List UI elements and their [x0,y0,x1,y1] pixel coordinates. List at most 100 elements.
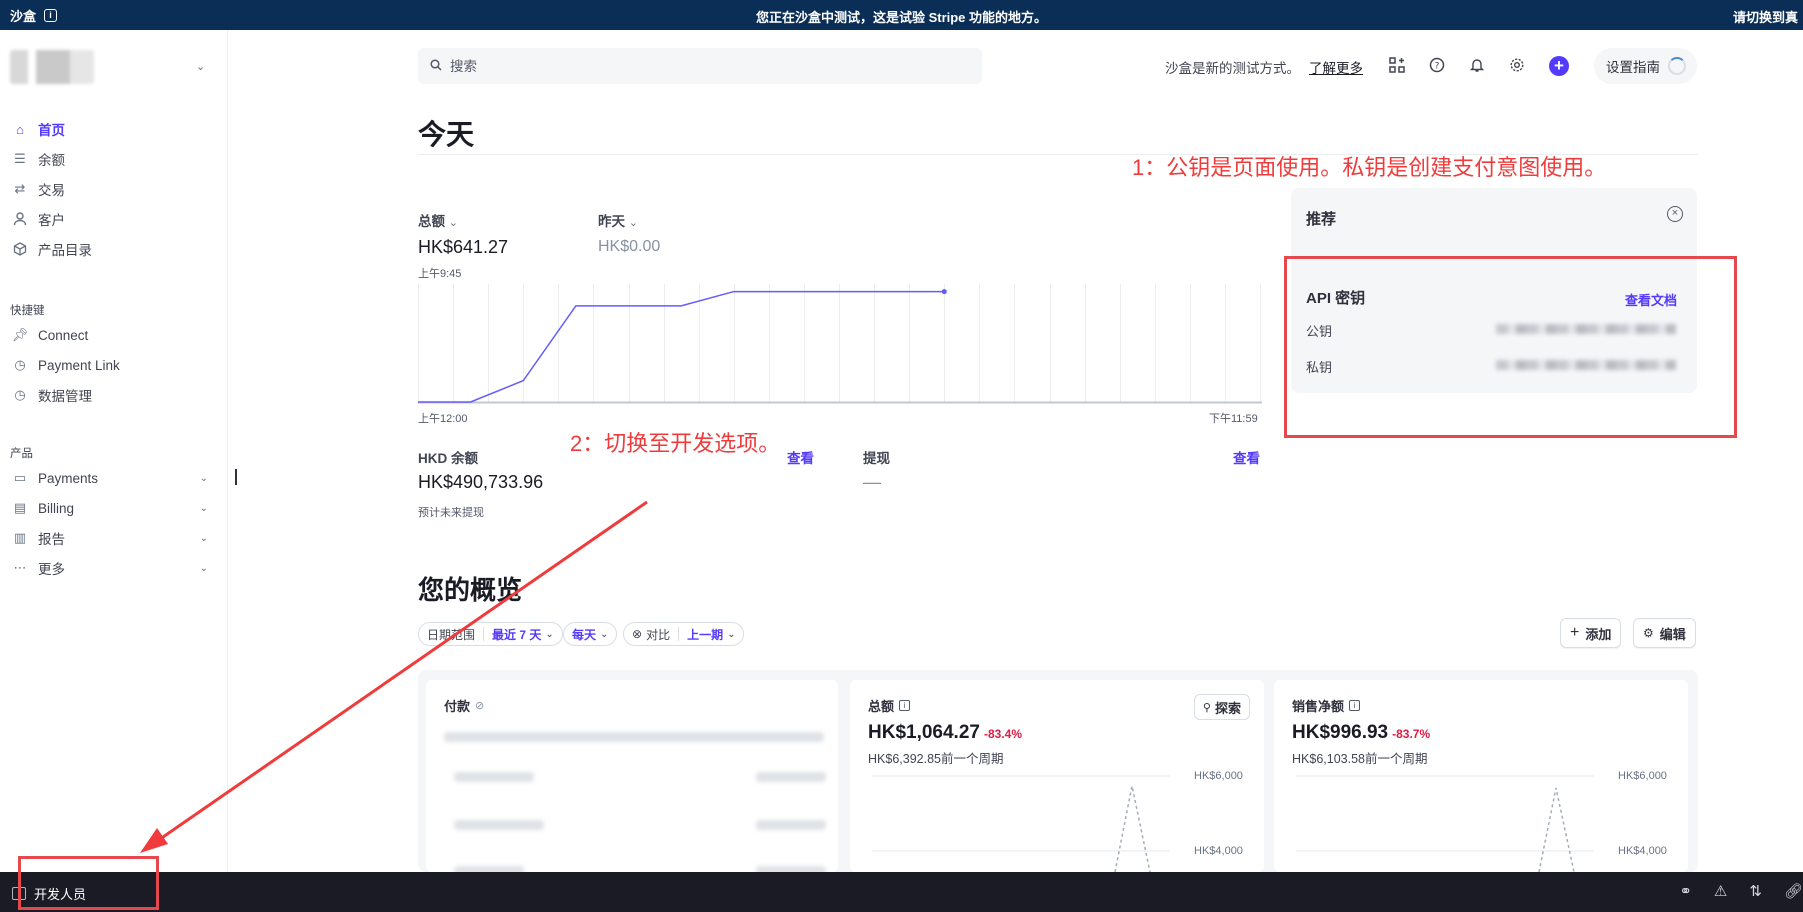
sidebar-item-balances[interactable]: ☰ 余额 [12,148,208,170]
learn-more-link[interactable]: 了解更多 [1309,57,1363,77]
axis-start-label: 上午12:00 [418,413,468,425]
sidebar-item-reports[interactable]: ▥ 报告 ⌄ [12,527,208,549]
annotation-note-2: 2：切换至开发选项。 [570,431,781,456]
sidebar-item-product-catalog[interactable]: 产品目录 [12,238,208,260]
yesterday-dropdown[interactable]: 昨天 ⌄ [598,210,638,230]
clock-icon: ◷ [14,357,26,372]
view-balance-link[interactable]: 查看 [787,447,814,467]
sidebar-item-transactions[interactable]: ⇄ 交易 [12,178,208,200]
customer-icon [12,211,28,227]
edit-button[interactable]: ⚙ 编辑 [1633,618,1696,648]
switch-to-live-link[interactable]: 请切换到真 [1733,7,1803,26]
total-dropdown[interactable]: 总额 ⌄ [418,210,458,230]
hidden-eye-icon: ⊘ [475,700,485,712]
clear-icon[interactable]: ⊗ [632,627,642,641]
chevron-down-icon: ⌄ [196,61,206,73]
apps-icon[interactable] [1386,54,1408,76]
sidebar-item-label: Payment Link [38,357,120,373]
hkd-balance-label: HKD 余额 [418,451,478,466]
sandbox-message: 您正在沙盒中测试，这是试验 Stripe 功能的地方。 [755,10,1048,25]
chevron-down-icon: ⌄ [199,502,208,514]
svg-text:?: ? [1435,62,1440,72]
overview-cards: 付款 ⊘ 总额 i HK$1,064.27 -83.4% HK$6,392.85前… [418,670,1698,876]
pin-icon: 📌︎ [11,327,29,342]
sidebar-item-home[interactable]: ⌂ 首页 [12,118,208,140]
clock-icon: ◷ [14,387,26,402]
interval-filter[interactable]: 每天 ⌄ [563,622,618,646]
sort-arrows-icon[interactable]: ⇅ [1749,882,1762,900]
sidebar-item-payments[interactable]: ▭ Payments ⌄ [12,467,208,489]
warning-icon[interactable]: ⚠ [1714,882,1727,900]
chevron-down-icon: ⌄ [545,628,554,640]
sidebar-item-connect[interactable]: 📌︎ Connect [12,324,208,346]
net-volume-card[interactable]: 销售净额 i HK$996.93 -83.7% HK$6,103.58前一个周期 … [1274,680,1688,872]
compare-label: 对比 [646,627,671,642]
page-title: 今天 [418,119,475,150]
annotation-box-developers [18,856,159,910]
view-payouts-link[interactable]: 查看 [1233,447,1260,467]
sidebar-item-label: 报告 [38,532,65,547]
chevron-down-icon: ⌄ [448,217,458,229]
sidebar-item-more[interactable]: ⋯ 更多 ⌄ [12,557,209,579]
gross-volume-card[interactable]: 总额 i HK$1,064.27 -83.4% HK$6,392.85前一个周期 … [850,680,1264,872]
recommendations-title: 推荐 [1306,211,1337,228]
billing-icon: ▤ [13,500,27,515]
hkd-balance-sub: 预计未来提现 [418,507,484,519]
yesterday-value: HK$0.00 [598,238,661,255]
products-section-label: 产品 [10,448,33,460]
bell-icon[interactable] [1466,54,1488,76]
wallet-icon: ▭ [13,470,27,485]
setup-guide-label: 设置指南 [1606,60,1660,75]
axis-end-label: 下午11:59 [1209,413,1258,425]
sidebar-item-data-management[interactable]: ◷ 数据管理 [12,384,208,406]
chevron-down-icon: ⌄ [727,628,736,640]
payments-title: 付款 [444,699,471,714]
search-input[interactable] [450,58,950,74]
chevron-down-icon: ⌄ [628,217,638,229]
interval-value: 每天 [572,627,597,642]
date-range-filter[interactable]: 日期范围 最近 7 天 ⌄ [418,622,563,646]
plus-icon: + [1570,624,1580,641]
bottom-icons: ⚭ ⚠ ⇅ 🔗︎ [1679,882,1803,900]
divider [678,627,680,641]
shortcuts-section-label: 快捷键 [10,305,45,317]
total-time: 上午9:45 [418,268,462,280]
product-catalog-icon [12,241,28,257]
close-icon[interactable]: × [1667,206,1683,222]
sandbox-note: 沙盒是新的测试方式。 [1165,61,1300,76]
chart-point [941,289,947,295]
y-tick-label: HK$4,000 [1618,845,1667,857]
today-chart-svg [418,284,1262,404]
blurred-row [454,772,534,782]
search-bar[interactable] [418,48,982,84]
compare-filter[interactable]: ⊗ 对比 上一期 ⌄ [623,622,745,646]
y-tick-label: HK$6,000 [1618,770,1667,782]
date-range-label: 日期范围 [427,627,476,642]
divider [483,627,485,641]
total-label: 总额 [418,214,445,229]
blurred-row [756,772,826,782]
setup-guide-button[interactable]: 设置指南 [1594,48,1697,84]
create-plus-button[interactable]: + [1549,56,1569,76]
add-button[interactable]: + 添加 [1560,618,1622,648]
sidebar-item-label: 余额 [38,153,65,168]
sidebar-item-customers[interactable]: 客户 [12,208,208,230]
help-icon[interactable]: ? [1426,54,1448,76]
sidebar-item-label: Connect [38,327,89,343]
sidebar: ⌄ ⌂ 首页 ☰ 余额 ⇄ 交易 客户 产品目录 快捷键 📌︎ Connect … [0,30,228,872]
overview-title: 您的概览 [418,575,523,605]
payments-card[interactable]: 付款 ⊘ [426,680,838,876]
sidebar-item-label: 首页 [38,123,65,138]
report-icon: ▥ [13,530,27,545]
account-switcher[interactable]: ⌄ [10,50,205,84]
sidebar-item-payment-link[interactable]: ◷ Payment Link [12,354,208,376]
transactions-icon: ⇄ [14,181,26,196]
gear-icon[interactable] [1506,54,1528,76]
total-value: HK$641.27 [418,237,509,257]
chart-series-line [418,290,945,403]
developer-bar: 开发人员 ⚭ ⚠ ⇅ 🔗︎ [0,872,1803,912]
link-icon[interactable]: 🔗︎ [1784,882,1803,900]
sidebar-item-billing[interactable]: ▤ Billing ⌄ [12,497,208,519]
binoculars-icon[interactable]: ⚭ [1679,882,1692,900]
sandbox-banner: 沙盒 i 您正在沙盒中测试，这是试验 Stripe 功能的地方。 请切换到真 [0,0,1803,30]
